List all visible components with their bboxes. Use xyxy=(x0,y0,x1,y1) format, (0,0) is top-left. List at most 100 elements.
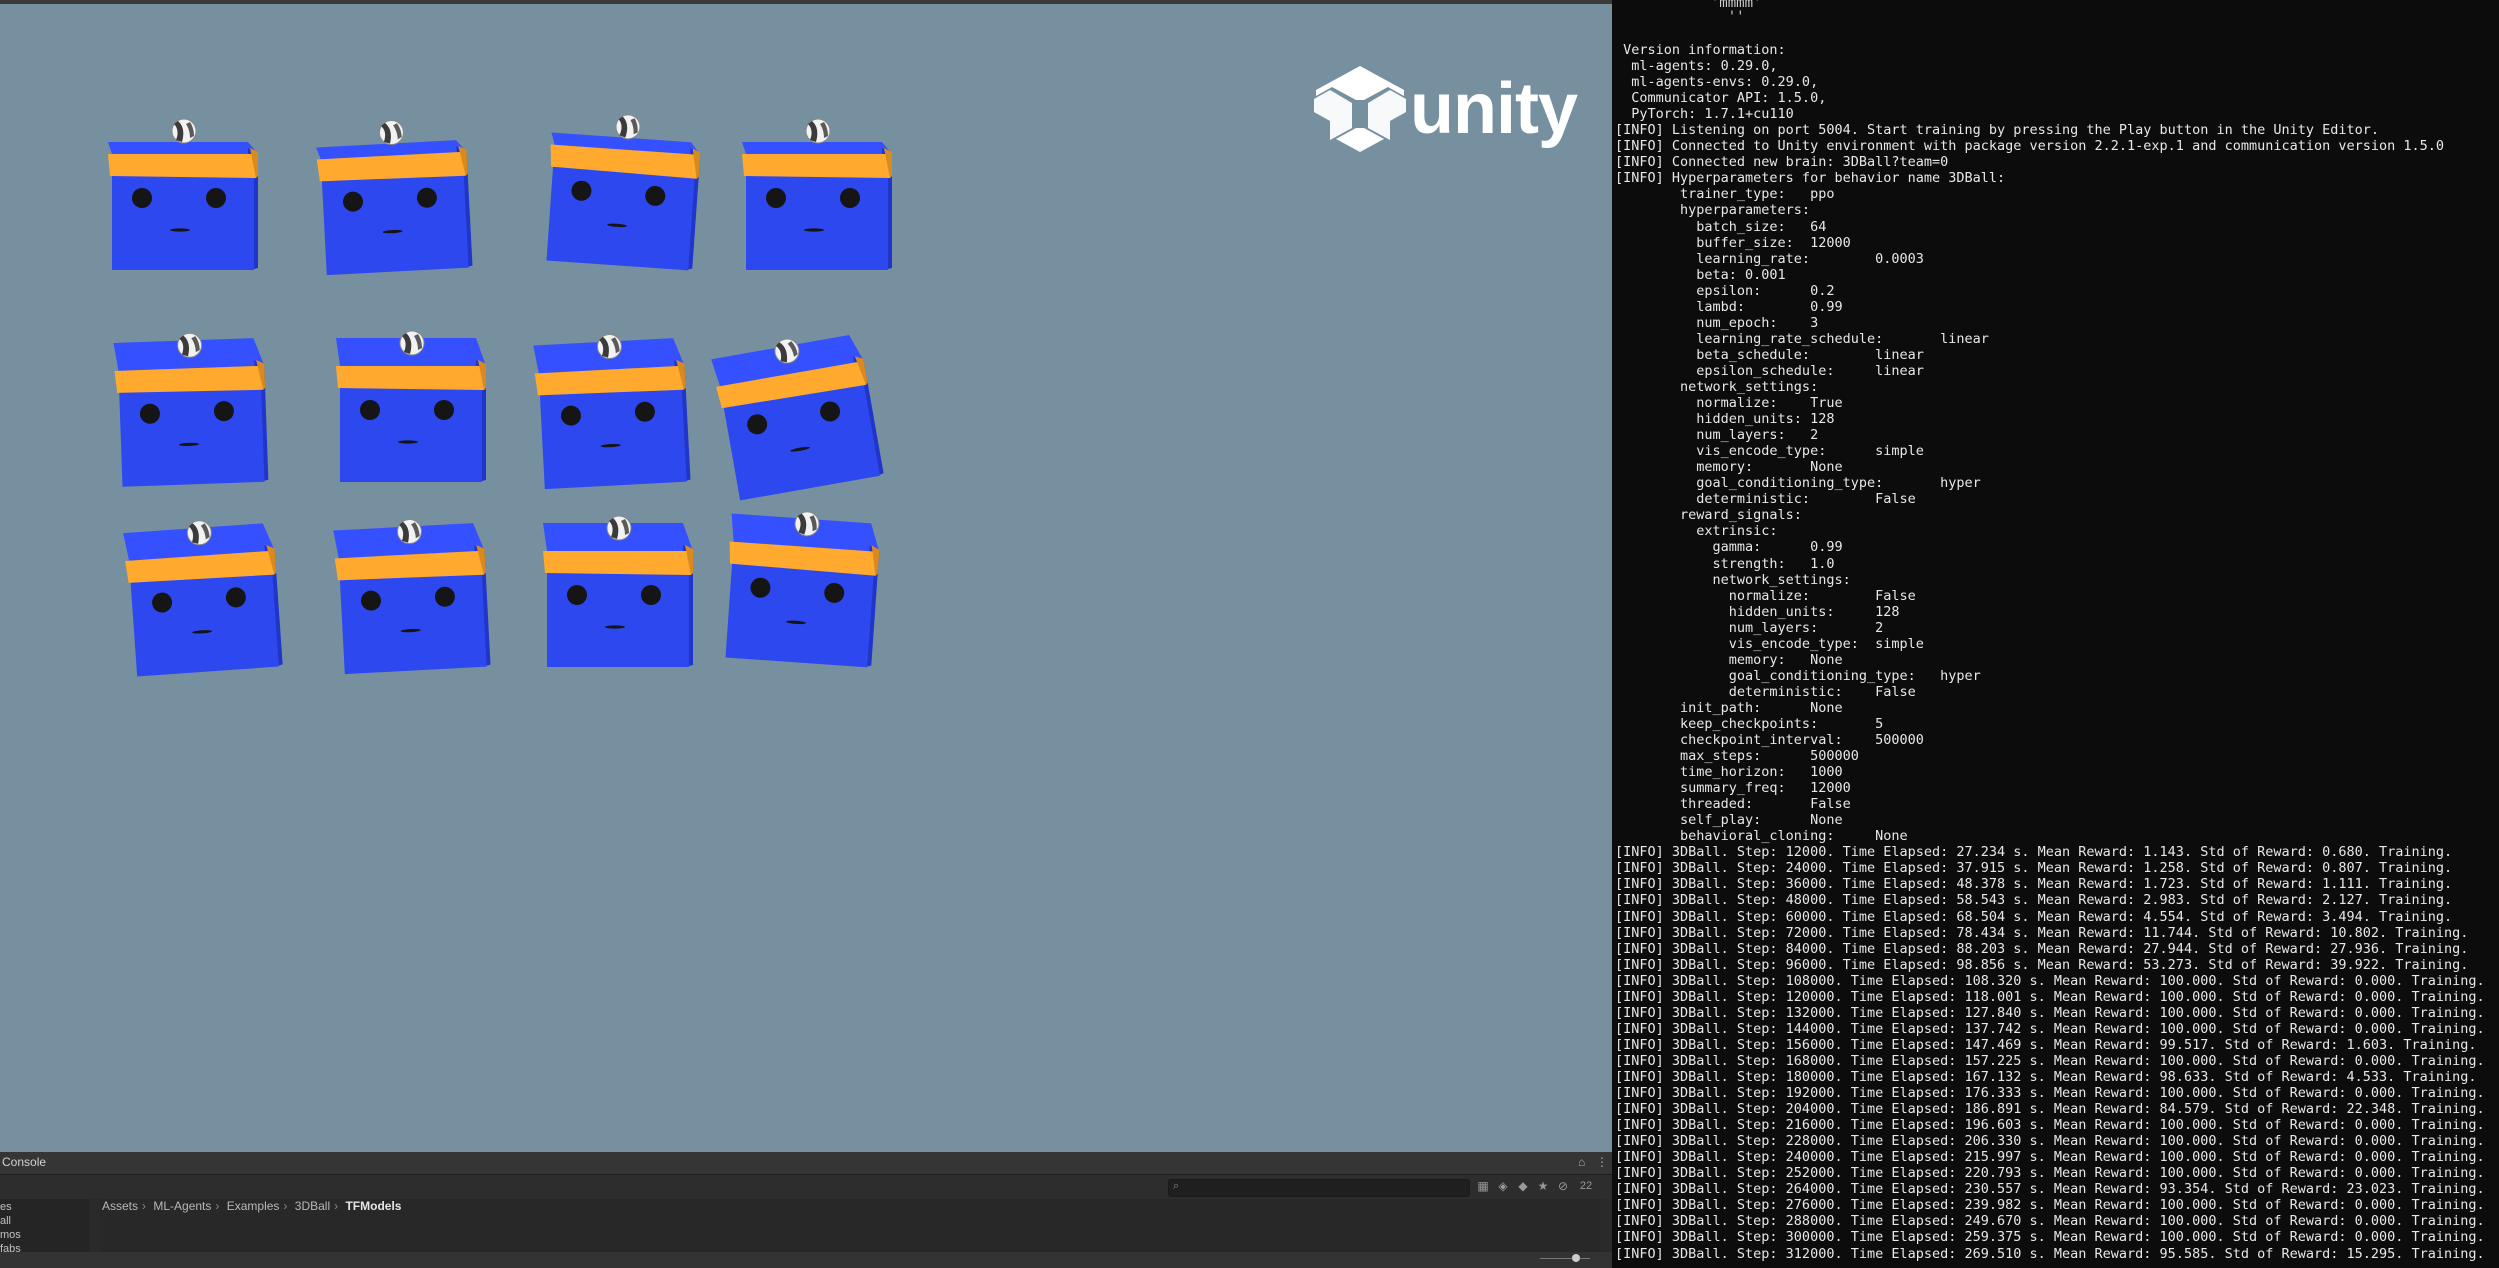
terminal-line: [INFO] 3DBall. Step: 288000. Time Elapse… xyxy=(1615,1213,2485,1230)
agent-cube-graphic xyxy=(725,511,880,668)
terminal-line: strength: 1.0 xyxy=(1615,555,1835,572)
ascii-art-fragment: 'mmmm' '' xyxy=(1710,0,1762,25)
more-options-icon[interactable]: ⋮ xyxy=(1596,1155,1608,1169)
terminal-line: ml-agents-envs: 0.29.0, xyxy=(1615,74,1819,91)
terminal-line: [INFO] 3DBall. Step: 12000. Time Elapsed… xyxy=(1615,844,2453,861)
terminal-line: self_play: None xyxy=(1615,812,1843,829)
project-search-input[interactable]: ⌕ xyxy=(1168,1179,1470,1197)
console-tab[interactable]: Console xyxy=(2,1155,46,1169)
terminal-line: [INFO] 3DBall. Step: 300000. Time Elapse… xyxy=(1615,1229,2485,1246)
terminal-line: memory: None xyxy=(1615,459,1843,476)
terminal-line: [INFO] 3DBall. Step: 252000. Time Elapse… xyxy=(1615,1165,2485,1182)
breadcrumb-examples[interactable]: Examples xyxy=(227,1199,280,1213)
folder-item[interactable]: es xyxy=(0,1201,12,1213)
chevron-right-icon: › xyxy=(142,1199,147,1213)
terminal-line: [INFO] 3DBall. Step: 192000. Time Elapse… xyxy=(1615,1085,2485,1102)
terminal-line: extrinsic: xyxy=(1615,523,1778,540)
terminal-line: epsilon_schedule: linear xyxy=(1615,362,1924,379)
terminal-line: hidden_units: 128 xyxy=(1615,411,1835,428)
filter-by-label-icon[interactable]: ◈ xyxy=(1496,1179,1510,1193)
agent-cube-graphic xyxy=(123,520,283,677)
terminal-line: [INFO] 3DBall. Step: 36000. Time Elapsed… xyxy=(1615,876,2453,893)
agent-cube-graphic xyxy=(113,332,269,487)
project-toolbar: ⌕ ▦ ◈ ◆ ★ ⊘ 22 xyxy=(0,1175,1612,1199)
folder-item[interactable]: mos xyxy=(0,1229,21,1241)
terminal-line: num_layers: 2 xyxy=(1615,427,1819,444)
terminal-line: [INFO] 3DBall. Step: 240000. Time Elapse… xyxy=(1615,1149,2485,1166)
terminal-line: [INFO] 3DBall. Step: 312000. Time Elapse… xyxy=(1615,1245,2485,1262)
terminal-line: [INFO] 3DBall. Step: 96000. Time Elapsed… xyxy=(1615,956,2469,973)
chevron-right-icon: › xyxy=(334,1199,339,1213)
lock-icon[interactable]: ⌂ xyxy=(1578,1155,1585,1169)
breadcrumb-ml-agents[interactable]: ML-Agents xyxy=(153,1199,211,1213)
star-icon[interactable]: ★ xyxy=(1536,1179,1550,1193)
agent-cube-graphic xyxy=(546,114,701,271)
terminal-line: keep_checkpoints: 5 xyxy=(1615,715,1884,732)
breadcrumb: Assets › ML-Agents › Examples › 3DBall › TFM… xyxy=(102,1199,405,1217)
breadcrumb-tfmodels[interactable]: TFModels xyxy=(345,1199,401,1213)
cube-mouth xyxy=(605,625,625,629)
terminal-line: memory: None xyxy=(1615,651,1843,668)
terminal-line: [INFO] 3DBall. Step: 132000. Time Elapse… xyxy=(1615,1004,2485,1021)
icon-size-slider[interactable] xyxy=(1540,1253,1590,1263)
terminal-line: num_epoch: 3 xyxy=(1615,314,1819,331)
game-view[interactable]: unity xyxy=(0,0,1612,1152)
breadcrumb-3dball[interactable]: 3DBall xyxy=(295,1199,330,1213)
terminal-line: [INFO] 3DBall. Step: 72000. Time Elapsed… xyxy=(1615,924,2469,941)
terminal-line: [INFO] 3DBall. Step: 204000. Time Elapse… xyxy=(1615,1101,2485,1118)
cube-right-eye xyxy=(641,585,661,605)
terminal-window[interactable]: 'mmmm' '' Version information: ml-agents… xyxy=(1612,0,2499,1268)
tag-icon[interactable]: ◆ xyxy=(1516,1179,1530,1193)
slider-knob[interactable] xyxy=(1572,1254,1580,1262)
cube-right-eye xyxy=(206,188,226,208)
cube-right-eye xyxy=(840,188,860,208)
terminal-line: hidden_units: 128 xyxy=(1615,603,1900,620)
terminal-line: normalize: False xyxy=(1615,587,1916,604)
cube-top-face xyxy=(742,142,892,154)
terminal-line: [INFO] 3DBall. Step: 168000. Time Elapse… xyxy=(1615,1052,2485,1069)
terminal-line: [INFO] 3DBall. Step: 216000. Time Elapse… xyxy=(1615,1117,2485,1134)
terminal-line: [INFO] Connected new brain: 3DBall?team=… xyxy=(1615,154,1949,171)
terminal-line: beta: 0.001 xyxy=(1615,266,1786,283)
terminal-line: goal_conditioning_type: hyper xyxy=(1615,475,1981,492)
terminal-line: summary_freq: 12000 xyxy=(1615,780,1851,797)
terminal-line: [INFO] 3DBall. Step: 120000. Time Elapse… xyxy=(1615,988,2485,1005)
console-tab-row: Console ⌂ ⋮ xyxy=(0,1152,1612,1175)
console-bottom-bar xyxy=(0,1252,1612,1268)
terminal-line: learning_rate_schedule: linear xyxy=(1615,330,1989,347)
terminal-line: gamma: 0.99 xyxy=(1615,539,1843,556)
cube-headband xyxy=(108,154,256,178)
terminal-line: [INFO] 3DBall. Step: 180000. Time Elapse… xyxy=(1615,1069,2477,1085)
agent-cube-graphic xyxy=(336,330,486,482)
terminal-line: [INFO] 3DBall. Step: 276000. Time Elapse… xyxy=(1615,1197,2485,1214)
terminal-line: vis_encode_type: simple xyxy=(1615,443,1924,460)
unity-cube-icon xyxy=(1314,66,1406,152)
terminal-line: init_path: None xyxy=(1615,699,1843,716)
filter-by-type-icon[interactable]: ▦ xyxy=(1476,1179,1490,1193)
agent-cube-graphic xyxy=(711,335,884,501)
terminal-line: threaded: False xyxy=(1615,796,1851,813)
terminal-line: [INFO] Listening on port 5004. Start tra… xyxy=(1615,122,2380,139)
terminal-line: [INFO] 3DBall. Step: 264000. Time Elapse… xyxy=(1615,1181,2485,1198)
terminal-line: normalize: True xyxy=(1615,395,1843,412)
terminal-line: deterministic: False xyxy=(1615,491,1916,508)
cube-headband xyxy=(543,551,691,575)
terminal-line: num_layers: 2 xyxy=(1615,619,1884,636)
agent-cube-graphic xyxy=(316,120,473,276)
cube-right-eye xyxy=(434,400,454,420)
terminal-output: Version information: ml-agents: 0.29.0, … xyxy=(1615,42,2485,1262)
cube-headband xyxy=(336,366,484,390)
cube-mouth xyxy=(170,228,190,232)
terminal-line: [INFO] 3DBall. Step: 48000. Time Elapsed… xyxy=(1615,892,2453,909)
game-view-top-edge xyxy=(0,0,1612,4)
hidden-packages-icon[interactable]: ⊘ xyxy=(1556,1179,1570,1193)
breadcrumb-assets[interactable]: Assets xyxy=(102,1199,138,1213)
terminal-line: [INFO] 3DBall. Step: 156000. Time Elapse… xyxy=(1615,1036,2477,1053)
folder-item[interactable]: all xyxy=(0,1215,11,1227)
unity-wordmark: unity xyxy=(1410,69,1578,149)
terminal-line: batch_size: 64 xyxy=(1615,218,1827,235)
terminal-line: trainer_type: ppo xyxy=(1615,186,1835,203)
agent-cube-graphic xyxy=(543,515,693,667)
terminal-line: [INFO] Hyperparameters for behavior name… xyxy=(1615,170,2006,187)
cube-left-eye xyxy=(567,585,587,605)
